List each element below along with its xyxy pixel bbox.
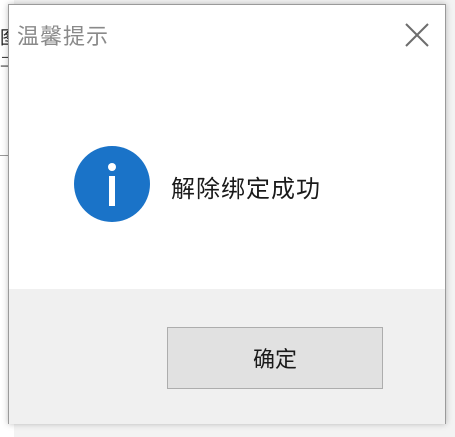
- dialog-content: 解除绑定成功: [9, 67, 445, 289]
- dialog-message: 解除绑定成功: [171, 175, 321, 203]
- dialog-titlebar[interactable]: 温馨提示: [9, 5, 445, 67]
- close-icon: [405, 23, 429, 47]
- dialog-footer: 确定: [9, 289, 445, 424]
- screenshot-canvas: 图 二 温馨提示 解除绑定成功 确定: [0, 0, 455, 437]
- ok-button[interactable]: 确定: [167, 327, 383, 389]
- close-button[interactable]: [397, 15, 437, 55]
- message-dialog: 温馨提示 解除绑定成功 确定: [8, 4, 446, 424]
- dialog-title: 温馨提示: [17, 25, 110, 50]
- info-icon: [74, 146, 150, 222]
